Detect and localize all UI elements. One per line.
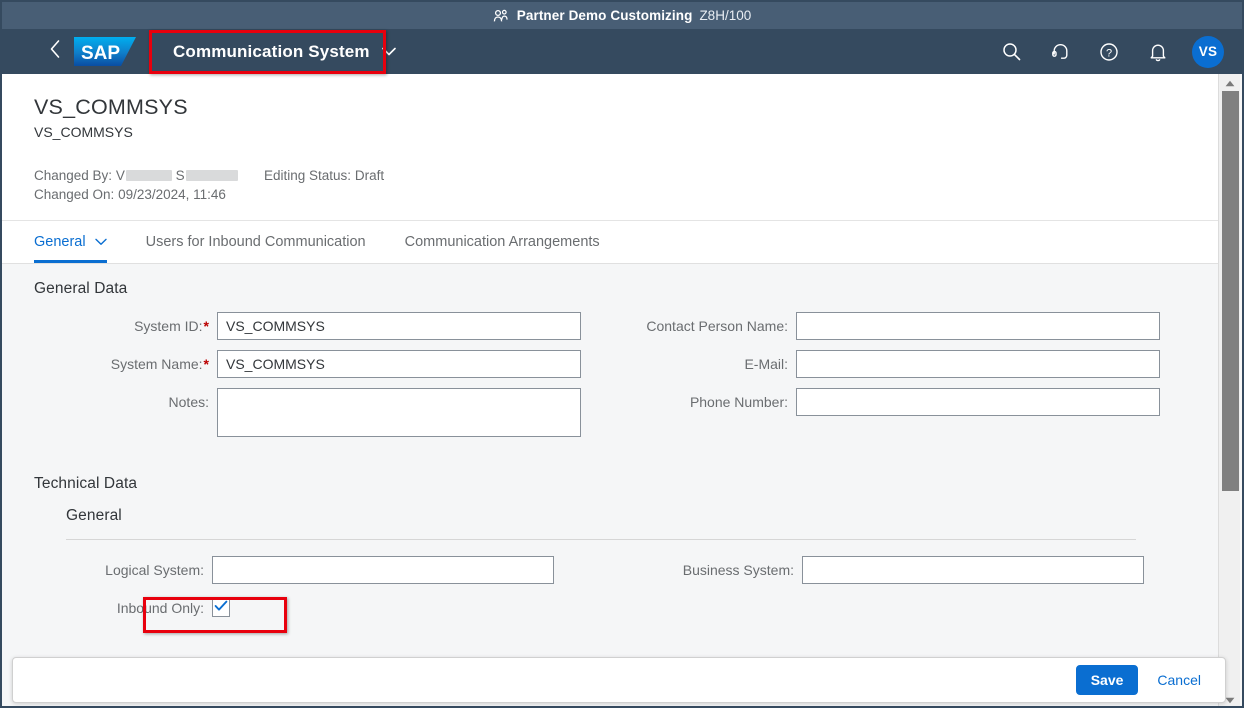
- user-avatar[interactable]: VS: [1192, 35, 1224, 68]
- general-data-right-column: Contact Person Name: E-Mail: Phone Numbe…: [596, 312, 1196, 447]
- required-asterisk: *: [203, 356, 209, 372]
- system-name-input[interactable]: [217, 350, 581, 378]
- business-system-input[interactable]: [802, 556, 1144, 584]
- field-business-system: Business System:: [622, 556, 1202, 585]
- tab-general[interactable]: General: [34, 221, 124, 263]
- phone-number-input[interactable]: [796, 388, 1160, 416]
- field-phone-number: Phone Number:: [596, 388, 1196, 417]
- required-asterisk: *: [203, 318, 209, 334]
- inbound-only-label: Inbound Only:: [116, 600, 204, 616]
- logical-system-input[interactable]: [212, 556, 554, 584]
- chevron-down-icon: [94, 234, 107, 250]
- editing-status-label: Editing Status:: [264, 168, 352, 183]
- inbound-only-checkbox[interactable]: [212, 599, 230, 617]
- save-button[interactable]: Save: [1075, 665, 1139, 695]
- phone-number-label: Phone Number:: [689, 394, 788, 410]
- object-header-metadata: Changed By: V S Changed On: 09/23/2024, …: [34, 166, 1188, 204]
- field-logical-system: Logical System:: [2, 556, 622, 585]
- changed-by-row: Changed By: V S: [34, 166, 264, 185]
- redaction-block-firstname: [125, 170, 172, 181]
- scroll-up-button[interactable]: [1219, 74, 1241, 91]
- logical-system-label: Logical System:: [105, 562, 204, 578]
- application-window: Partner Demo Customizing Z8H/100 SAP Com…: [0, 0, 1244, 708]
- field-email: E-Mail:: [596, 350, 1196, 379]
- tenant-bar: Partner Demo Customizing Z8H/100: [2, 2, 1242, 29]
- tab-arrangements-label: Communication Arrangements: [404, 234, 600, 250]
- svg-text:SAP: SAP: [81, 43, 120, 64]
- technical-data-right-column: Business System:: [622, 556, 1202, 632]
- tenant-title: Partner Demo Customizing: [516, 8, 693, 23]
- tab-general-label: General: [34, 234, 86, 250]
- sap-logo[interactable]: SAP: [74, 35, 143, 68]
- object-page: VS_COMMSYS VS_COMMSYS Changed By: V S Ch…: [2, 74, 1220, 706]
- chevron-left-icon: [49, 39, 61, 64]
- changed-by-label: Changed By:: [34, 168, 113, 183]
- general-data-left-column: System ID:* System Name:* Notes:: [2, 312, 596, 447]
- tab-users-for-inbound-communication[interactable]: Users for Inbound Communication: [146, 221, 383, 263]
- shell-actions: ? VS: [996, 35, 1224, 68]
- object-page-header: VS_COMMSYS VS_COMMSYS Changed By: V S Ch…: [2, 74, 1220, 221]
- general-data-form: System ID:* System Name:* Notes:: [2, 298, 1220, 447]
- page-subtitle: VS_COMMSYS: [34, 124, 133, 140]
- contact-person-name-label: Contact Person Name:: [646, 318, 788, 334]
- tab-communication-arrangements[interactable]: Communication Arrangements: [405, 221, 617, 263]
- technical-data-general-subsection-title: General: [66, 507, 122, 524]
- changed-by-value2: S: [175, 168, 185, 183]
- field-inbound-only: Inbound Only:: [2, 594, 622, 623]
- search-icon[interactable]: [996, 37, 1026, 67]
- status-badge: Draft: [354, 168, 385, 183]
- vertical-scrollbar[interactable]: [1218, 74, 1241, 707]
- tenant-client: Z8H/100: [699, 8, 752, 23]
- field-system-name: System Name:*: [2, 350, 596, 379]
- triangle-up-icon: [1225, 74, 1235, 92]
- field-system-id: System ID:*: [2, 312, 596, 341]
- changed-on-value: 09/23/2024, 11:46: [118, 187, 226, 202]
- headset-icon[interactable]: [1045, 37, 1075, 67]
- field-notes: Notes:: [2, 388, 596, 438]
- changed-by-value: V: [115, 168, 125, 183]
- group-users-icon: [493, 9, 509, 23]
- chevron-down-icon: [381, 43, 396, 61]
- business-system-label: Business System:: [682, 562, 794, 578]
- general-data-section-title: General Data: [34, 280, 128, 297]
- tab-users-label: Users for Inbound Communication: [145, 234, 366, 250]
- check-icon: [214, 599, 228, 617]
- help-icon[interactable]: ?: [1094, 37, 1124, 67]
- cancel-button[interactable]: Cancel: [1146, 665, 1212, 695]
- system-id-label: System ID:*: [134, 318, 209, 334]
- back-button[interactable]: [38, 32, 72, 72]
- system-id-input[interactable]: [217, 312, 581, 340]
- page-title: VS_COMMSYS: [34, 95, 188, 119]
- shell-bar: SAP Communication System ? VS: [2, 29, 1242, 74]
- editing-status-row: Editing Status: Draft: [264, 166, 384, 185]
- changed-on-row: Changed On: 09/23/2024, 11:46: [34, 185, 264, 204]
- contact-person-name-input[interactable]: [796, 312, 1160, 340]
- technical-data-left-column: Logical System: Inbound Only:: [2, 556, 622, 632]
- technical-data-form: Logical System: Inbound Only: Business S…: [2, 540, 1220, 632]
- triangle-down-icon: [1225, 691, 1235, 707]
- icon-tab-bar: General Users for Inbound Communication …: [2, 221, 1220, 264]
- field-contact-person-name: Contact Person Name:: [596, 312, 1196, 341]
- app-title-dropdown[interactable]: Communication System: [159, 33, 410, 71]
- notes-label: Notes:: [168, 394, 209, 410]
- scrollbar-thumb[interactable]: [1222, 91, 1239, 491]
- bell-icon[interactable]: [1143, 37, 1173, 67]
- email-label: E-Mail:: [744, 356, 788, 372]
- email-input[interactable]: [796, 350, 1160, 378]
- changed-on-label: Changed On:: [34, 187, 115, 202]
- app-title-label: Communication System: [173, 41, 370, 61]
- form-content: General Data System ID:* System Name:* N…: [2, 264, 1220, 706]
- redaction-block-lastname: [185, 170, 238, 181]
- system-name-label: System Name:*: [110, 356, 209, 372]
- notes-textarea[interactable]: [217, 388, 581, 437]
- footer-toolbar: Save Cancel: [12, 657, 1226, 703]
- svg-text:?: ?: [1106, 47, 1112, 59]
- technical-data-section-title: Technical Data: [34, 475, 138, 492]
